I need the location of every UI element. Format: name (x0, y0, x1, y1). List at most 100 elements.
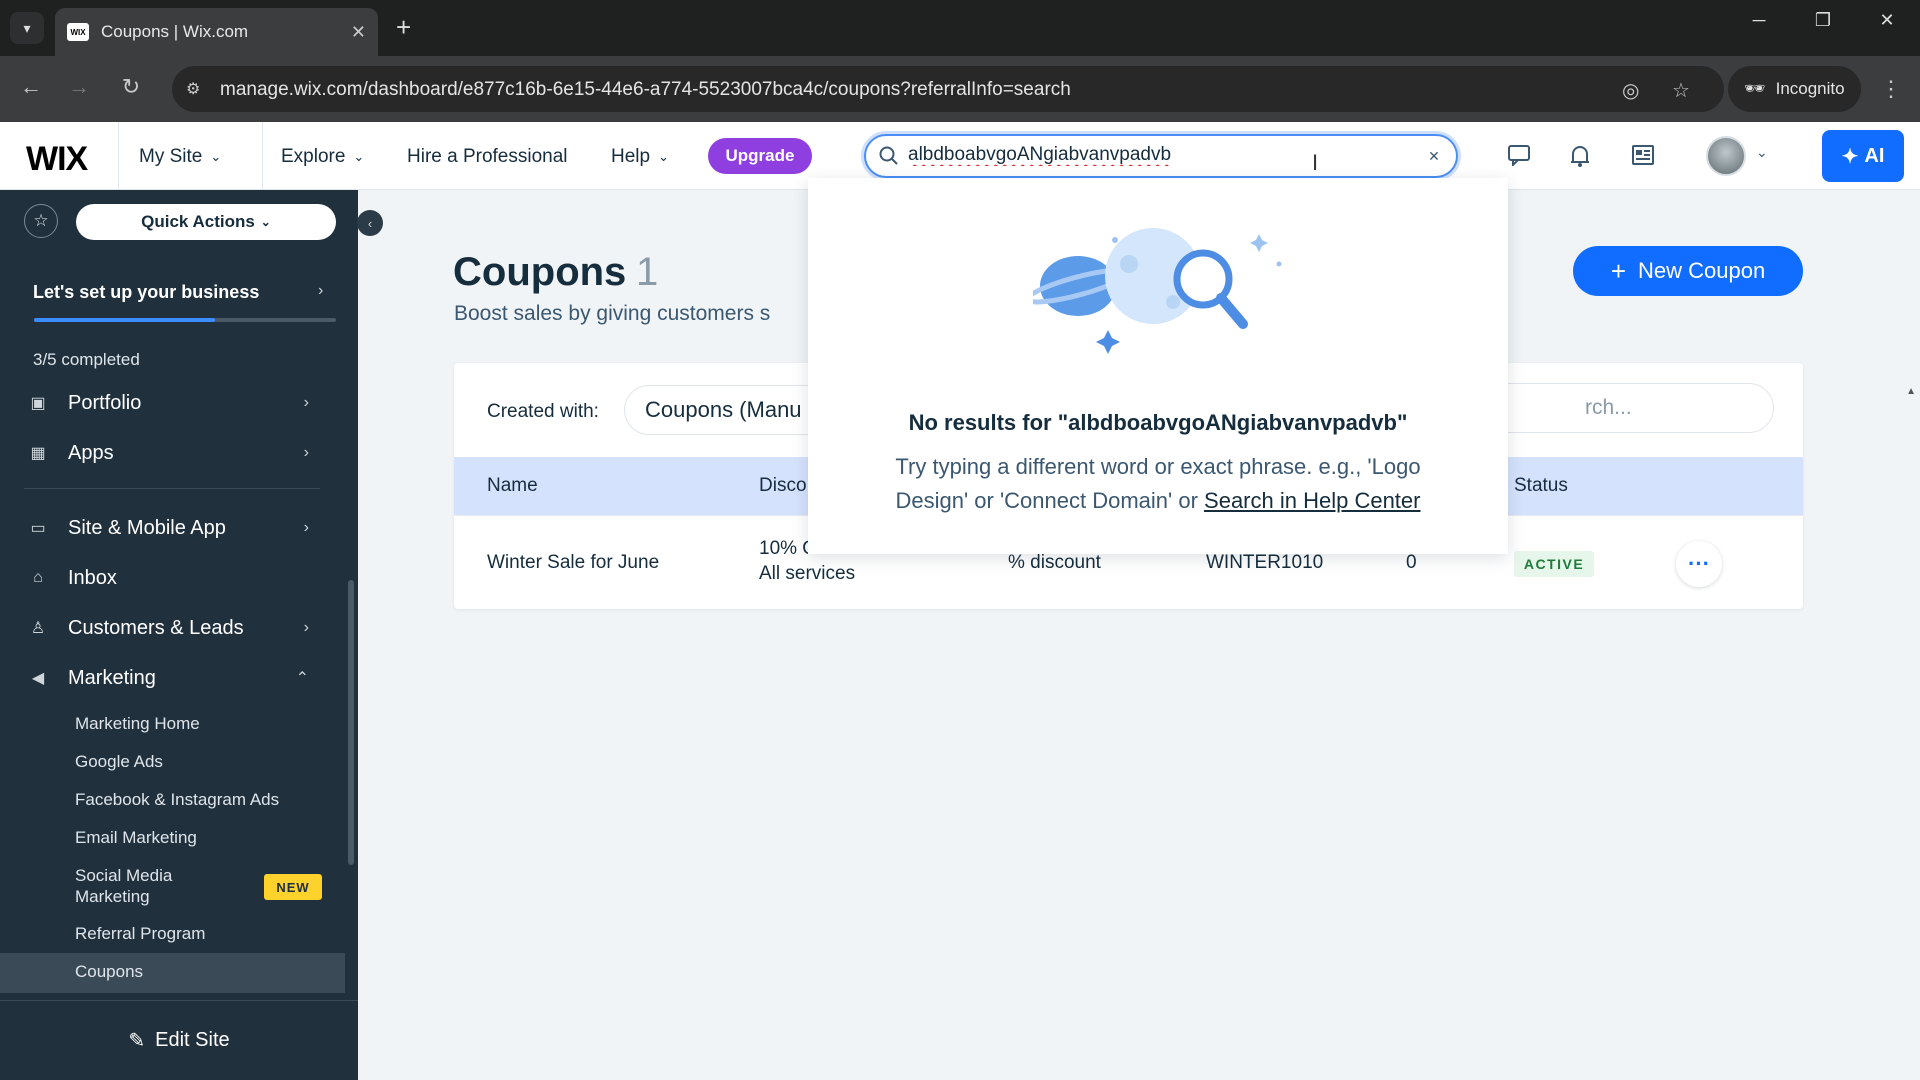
portfolio-icon: ▣ (30, 395, 46, 412)
coupon-type: % discount (1008, 552, 1101, 573)
sidebar-item-marketing[interactable]: ◀ Marketing ⌃ (0, 656, 345, 700)
incognito-indicator[interactable]: 🕶 Incognito (1728, 66, 1861, 112)
chevron-down-icon: ⌄ (353, 149, 365, 164)
chevron-down-icon: ⌄ (658, 149, 669, 164)
site-mobile-icon: ▭ (30, 520, 46, 537)
column-header-status[interactable]: Status (1514, 475, 1568, 497)
browser-toolbar: ← → ↻ ⚙ manage.wix.com/dashboard/e877c16… (0, 56, 1920, 122)
apps-grid-icon: ▦ (30, 445, 46, 462)
sidebar-subitem-google-ads[interactable]: Google Ads (75, 752, 163, 772)
sidebar-item-apps[interactable]: ▦ Apps › (0, 431, 345, 475)
chevron-right-icon: › (318, 282, 324, 299)
news-feed-icon[interactable] (1631, 144, 1655, 172)
incognito-icon: 🕶 (1744, 79, 1766, 98)
new-tab-plus-icon[interactable]: + (396, 12, 411, 42)
address-bar[interactable]: ⚙ manage.wix.com/dashboard/e877c16b-6e15… (172, 66, 1724, 112)
collapse-sidebar-chevron-icon[interactable]: ‹ (357, 210, 383, 236)
back-arrow-icon[interactable]: ← (16, 74, 46, 100)
dashboard-search[interactable]: ✕ (864, 134, 1458, 178)
chevron-down-icon[interactable]: ⌄ (1756, 144, 1768, 161)
chevron-right-icon: › (303, 394, 309, 411)
quick-actions-button[interactable]: Quick Actions ⌄ (76, 204, 336, 240)
sidebar-subitem-marketing-home[interactable]: Marketing Home (75, 714, 200, 734)
column-header-name[interactable]: Name (487, 475, 538, 497)
bell-icon[interactable] (1569, 144, 1591, 174)
sidebar-item-label: Marketing (68, 666, 156, 689)
explore-label: Explore (281, 146, 346, 167)
wix-favicon-icon: WIX (67, 23, 89, 41)
chevron-down-icon: ⌄ (210, 149, 222, 164)
site-settings-icon[interactable]: ⚙ (186, 79, 200, 99)
browser-tab[interactable]: WIX Coupons | Wix.com ✕ (55, 8, 378, 56)
sidebar-item-customers-leads[interactable]: ♙ Customers & Leads › (0, 606, 345, 650)
sidebar-item-label: Inbox (68, 566, 117, 589)
chat-icon[interactable] (1507, 144, 1531, 172)
clear-search-icon[interactable]: ✕ (1424, 146, 1444, 166)
window-close-icon[interactable]: ✕ (1867, 10, 1907, 31)
chevron-right-icon: › (303, 519, 309, 536)
chevron-right-icon: › (303, 444, 309, 461)
sidebar-item-portfolio[interactable]: ▣ Portfolio › (0, 381, 345, 425)
browser-menu-icon[interactable]: ⋮ (1880, 76, 1902, 102)
more-actions-icon[interactable]: ··· (1676, 541, 1722, 587)
setup-count: 3/5 completed (33, 350, 140, 369)
star-icon[interactable]: ☆ (24, 204, 58, 238)
restore-icon[interactable]: ❐ (1803, 10, 1843, 31)
incognito-label: Incognito (1775, 79, 1845, 98)
chevron-right-icon: › (303, 619, 309, 636)
wix-logo[interactable]: WIX (26, 140, 88, 179)
sidebar-subitem-email-marketing[interactable]: Email Marketing (75, 828, 197, 848)
upgrade-button[interactable]: Upgrade (708, 138, 812, 174)
page-scroll-up-icon[interactable]: ▲ (1906, 386, 1916, 397)
minimize-icon[interactable]: ─ (1739, 10, 1779, 31)
column-header-discount[interactable]: Disco (759, 475, 807, 497)
progress-fill (34, 318, 216, 322)
eye-off-icon[interactable]: ◎ (1622, 78, 1639, 103)
text-cursor-icon: I (1312, 150, 1319, 175)
hire-label: Hire a Professional (407, 146, 568, 167)
no-results-message: No results for "albdboabvgoANgiabvanvpad… (908, 410, 1408, 435)
sidebar-item-inbox[interactable]: ⌂ Inbox (0, 556, 345, 600)
reload-icon[interactable]: ↻ (116, 74, 146, 100)
tab-close-icon[interactable]: ✕ (351, 22, 366, 43)
bookmark-star-icon[interactable]: ☆ (1672, 78, 1690, 103)
edit-site-button[interactable]: ✎ Edit Site (0, 1000, 358, 1080)
chevron-up-icon: ⌃ (295, 670, 309, 687)
no-results-illustration (1033, 228, 1282, 354)
tab-title: Coupons | Wix.com (101, 22, 249, 41)
table-search-input[interactable]: rch... (1474, 383, 1774, 433)
help-label: Help (611, 146, 651, 167)
sidebar-subitem-social-media-line2[interactable]: Marketing (75, 887, 150, 907)
sidebar-subitem-referral-program[interactable]: Referral Program (75, 924, 205, 944)
setup-title: Let's set up your business (33, 282, 260, 302)
explore-menu[interactable]: Explore ⌄ (281, 146, 364, 168)
forward-arrow-icon[interactable]: → (64, 74, 94, 100)
divider (262, 122, 263, 190)
help-menu[interactable]: Help ⌄ (611, 146, 669, 168)
tab-list-chevron-icon[interactable]: ▾ (10, 12, 44, 44)
avatar[interactable] (1706, 136, 1746, 176)
my-site-menu[interactable]: My Site ⌄ (139, 146, 221, 168)
sidebar-subitem-social-media-line1[interactable]: Social Media (75, 866, 172, 886)
hire-professional-link[interactable]: Hire a Professional (407, 146, 568, 168)
sidebar-item-label: Portfolio (68, 391, 142, 414)
megaphone-icon: ◀ (31, 670, 45, 687)
sidebar-item-label: Apps (68, 441, 114, 464)
active-item-highlight (0, 953, 345, 993)
sidebar-subitem-coupons[interactable]: Coupons (75, 962, 143, 982)
setup-progress-bar (34, 318, 336, 322)
ai-label: AI (1864, 144, 1885, 167)
sidebar-item-site-mobile-app[interactable]: ▭ Site & Mobile App › (0, 506, 345, 550)
sidebar-item-label: Customers & Leads (68, 616, 244, 639)
sidebar-subitem-facebook-instagram-ads[interactable]: Facebook & Instagram Ads (75, 790, 279, 810)
ai-assistant-button[interactable]: ✦ AI (1822, 130, 1904, 182)
setup-progress-panel[interactable]: Let's set up your business › 3/5 complet… (0, 254, 358, 369)
search-help-center-link[interactable]: Search in Help Center (1204, 488, 1420, 513)
sidebar-scrollbar[interactable] (348, 580, 354, 865)
sparkle-icon: ✦ (1841, 145, 1859, 168)
new-coupon-button[interactable]: + New Coupon (1573, 246, 1803, 296)
sidebar: ☆ Quick Actions ⌄ Let's set up your busi… (0, 190, 358, 1080)
coupon-count: 1 (636, 250, 659, 294)
divider (118, 122, 119, 190)
url-text[interactable]: manage.wix.com/dashboard/e877c16b-6e15-4… (220, 79, 1071, 101)
